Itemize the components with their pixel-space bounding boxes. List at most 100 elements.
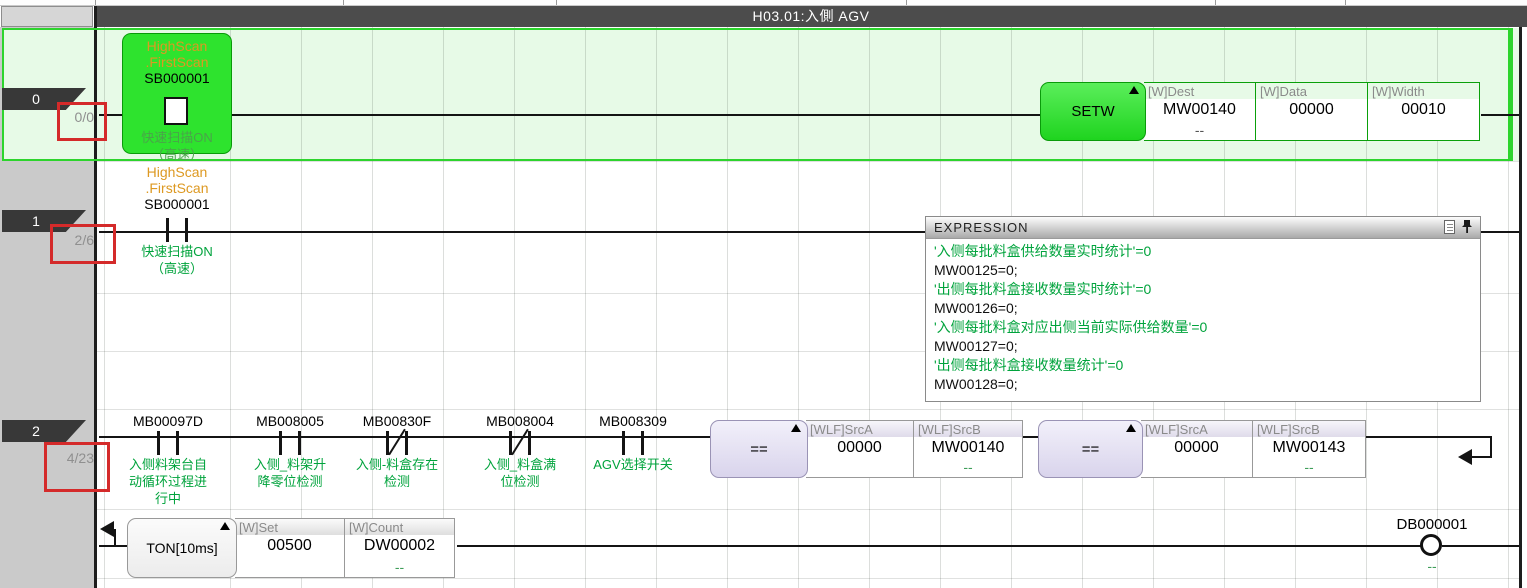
ruler-tick <box>95 0 96 5</box>
param-value: MW00143 <box>1253 439 1365 457</box>
expression-block[interactable]: EXPRESSION '入侧每批料盒供给数量实时统计'=0 MW00125=0;… <box>925 216 1481 402</box>
no-contact-symbol <box>567 430 699 456</box>
contact-sb000001-selected[interactable]: HighScan .FirstScan SB000001 快速扫描ON （高速） <box>122 33 232 154</box>
grid-horizontal-line <box>97 509 1519 510</box>
instruction-name: == <box>1082 441 1100 458</box>
margin-header-cell <box>1 6 93 27</box>
expression-body: '入侧每批料盒供给数量实时统计'=0 MW00125=0; '出侧每批料盒接收数… <box>926 239 1480 397</box>
ton-label: TON[10ms] <box>127 518 237 578</box>
contact-mb00830f[interactable]: MB00830F 入侧-料盒存在 检测 <box>331 413 463 490</box>
contact-comment: 快速扫描ON <box>111 243 243 260</box>
param-header: [WLF]SrcA <box>1141 421 1252 437</box>
setw-instruction[interactable]: SETW [W]Dest MW00140 -- [W]Data 00000 [W… <box>1040 82 1480 141</box>
contact-mb00097d[interactable]: MB00097D 入侧料架台自 动循环过程进 行中 <box>102 413 234 507</box>
param-value: 00500 <box>235 537 344 555</box>
annotation-box-step0 <box>57 102 107 141</box>
expression-line: MW00125=0; <box>934 261 1472 280</box>
expression-line: '出侧每批料盒接收数量实时统计'=0 <box>934 280 1472 299</box>
param-width[interactable]: [W]Width 00010 <box>1368 82 1480 141</box>
contact-comment: 检测 <box>331 473 463 490</box>
ruler-tick <box>1215 0 1216 5</box>
param-value: DW00002 <box>345 537 454 555</box>
expression-line: MW00127=0; <box>934 337 1472 356</box>
document-icon[interactable] <box>1444 220 1455 234</box>
setw-label: SETW <box>1040 82 1146 141</box>
collapse-triangle-icon[interactable] <box>1129 86 1139 94</box>
param-srcb[interactable]: [WLF]SrcB MW00143 -- <box>1253 420 1366 478</box>
param-sub <box>1141 475 1252 477</box>
compare-label: == <box>710 420 808 478</box>
param-srca[interactable]: [WLF]SrcA 00000 <box>1141 420 1253 478</box>
param-header: [W]Width <box>1368 83 1479 99</box>
page-title: H03.01:入側 AGV <box>95 6 1527 27</box>
output-coil[interactable] <box>1420 534 1442 556</box>
wire <box>1481 231 1519 233</box>
param-value: 00000 <box>806 439 913 457</box>
pin-icon[interactable] <box>1460 219 1474 235</box>
wrap-continue-arrow-icon <box>1458 449 1472 465</box>
param-sub: -- <box>1144 122 1255 140</box>
wire <box>457 545 1423 547</box>
contact-comment: 行中 <box>102 490 234 507</box>
instruction-name: SETW <box>1071 103 1114 120</box>
ton-timer-instruction[interactable]: TON[10ms] [W]Set 00500 [W]Count DW00002 … <box>127 518 455 578</box>
right-power-rail <box>1519 27 1522 588</box>
contact-comment: （高速） <box>123 146 231 163</box>
param-set[interactable]: [W]Set 00500 <box>235 518 345 578</box>
param-header: [W]Set <box>235 519 344 535</box>
wire <box>1490 436 1492 458</box>
param-value: MW00140 <box>914 439 1022 457</box>
ruler-tick <box>1345 0 1346 5</box>
compare-equal-instruction-1[interactable]: == [WLF]SrcA 00000 [WLF]SrcB MW00140 -- <box>710 420 1023 478</box>
expression-line: '出侧每批料盒接收数量统计'=0 <box>934 356 1472 375</box>
contact-mb008309[interactable]: MB008309 AGV选择开关 <box>567 413 699 473</box>
param-value: 00010 <box>1368 101 1479 119</box>
grid-horizontal-line <box>97 578 1519 579</box>
param-header: [WLF]SrcB <box>1253 421 1365 437</box>
expression-header: EXPRESSION <box>926 217 1480 239</box>
contact-comment: 入侧料架台自 <box>102 456 234 473</box>
param-value: 00000 <box>1256 101 1367 119</box>
ruler-tick <box>343 0 344 5</box>
wire <box>114 529 116 546</box>
contact-comment: 入侧-料盒存在 <box>331 456 463 473</box>
annotation-box-step2 <box>44 442 110 492</box>
wire <box>1442 545 1519 547</box>
param-value: 00000 <box>1141 439 1252 457</box>
no-contact-symbol <box>123 99 231 129</box>
param-srcb[interactable]: [WLF]SrcB MW00140 -- <box>914 420 1023 478</box>
param-count[interactable]: [W]Count DW00002 -- <box>345 518 455 578</box>
contact-sb000001[interactable]: HighScan .FirstScan SB000001 快速扫描ON （高速） <box>111 164 243 277</box>
device-address: SB000001 <box>111 196 243 213</box>
expression-line: '入侧每批料盒供给数量实时统计'=0 <box>934 242 1472 261</box>
wire <box>99 114 1040 116</box>
param-sub: -- <box>1253 459 1365 477</box>
ladder-editor: H03.01:入側 AGV 0 0/0 1 2/6 2 4/23 HighSca… <box>0 0 1527 588</box>
scan-label: .FirstScan <box>111 180 243 196</box>
expression-title: EXPRESSION <box>934 220 1029 235</box>
param-value: MW00140 <box>1144 101 1255 119</box>
param-data[interactable]: [W]Data 00000 <box>1256 82 1368 141</box>
param-sub: -- <box>345 559 454 577</box>
param-srca[interactable]: [WLF]SrcA 00000 <box>806 420 914 478</box>
instruction-name: == <box>750 441 768 458</box>
coil-sub: -- <box>1362 558 1502 574</box>
param-sub: -- <box>914 459 1022 477</box>
param-sub <box>1256 138 1367 140</box>
wire <box>1366 436 1492 438</box>
param-sub <box>1368 138 1479 140</box>
collapse-triangle-icon[interactable] <box>1126 424 1136 432</box>
device-address: MB008309 <box>567 413 699 430</box>
compare-label: == <box>1038 420 1143 478</box>
param-header: [WLF]SrcA <box>806 421 913 437</box>
expression-line: MW00128=0; <box>934 375 1472 394</box>
compare-equal-instruction-2[interactable]: == [WLF]SrcA 00000 [WLF]SrcB MW00143 -- <box>1038 420 1366 478</box>
grid-horizontal-line <box>97 409 1519 410</box>
collapse-triangle-icon[interactable] <box>220 522 230 530</box>
expression-line: MW00126=0; <box>934 299 1472 318</box>
collapse-triangle-icon[interactable] <box>791 424 801 432</box>
contact-comment: 快速扫描ON <box>123 129 231 146</box>
no-contact-symbol <box>102 430 234 456</box>
param-dest[interactable]: [W]Dest MW00140 -- <box>1144 82 1256 141</box>
expression-line: '入侧每批料盒对应出侧当前实际供给数量'=0 <box>934 318 1472 337</box>
